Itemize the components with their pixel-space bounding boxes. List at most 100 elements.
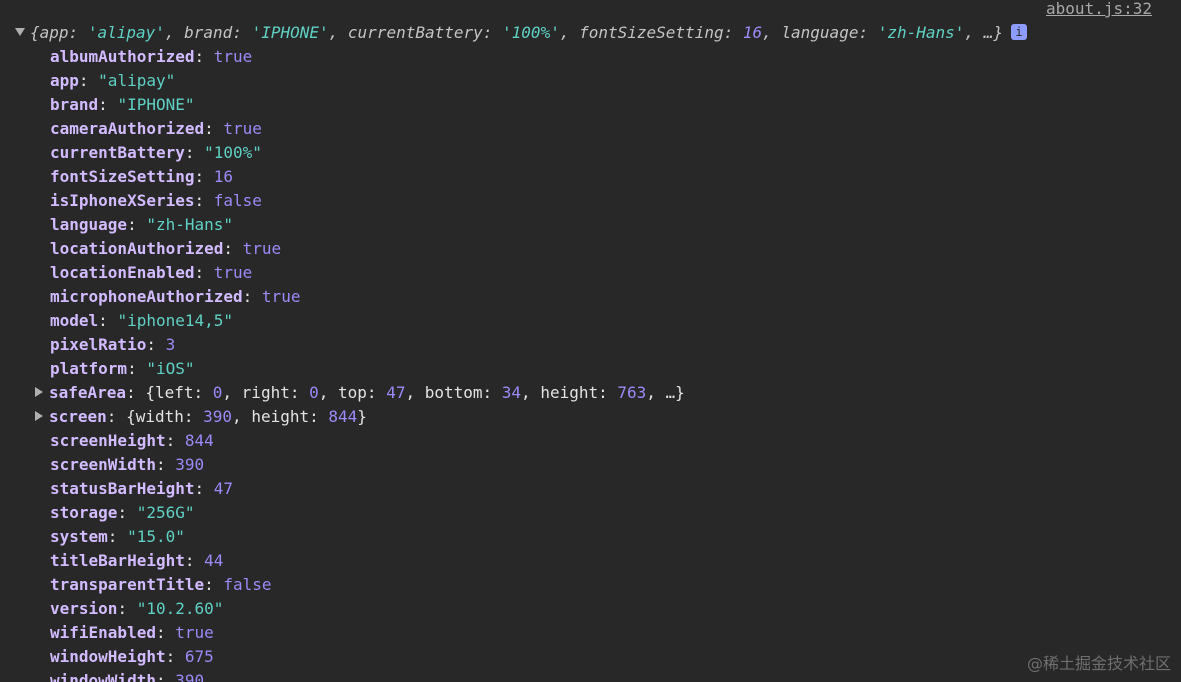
property-value: "256G" [136, 503, 195, 522]
preview-separator: , [164, 23, 185, 42]
property-value: "10.2.60" [136, 599, 224, 618]
object-key: width [135, 407, 184, 426]
property-key: safeArea [49, 383, 127, 402]
object-colon: : [309, 407, 329, 426]
preview-value: 16 [742, 23, 763, 42]
collapsed-triangle-icon[interactable] [35, 386, 43, 397]
property-key: system [50, 527, 108, 546]
property-colon: : [194, 47, 214, 66]
object-summary-row[interactable]: {app: 'alipay', brand: 'IPHONE', current… [15, 21, 1027, 45]
object-colon: : [183, 407, 204, 426]
property-colon: : [194, 191, 214, 210]
property-value: "zh-Hans" [146, 215, 234, 234]
property-key: language [50, 215, 128, 234]
property-colon: : [223, 239, 243, 258]
property-row: platform: "iOS" [0, 357, 1181, 381]
property-value: false [213, 191, 262, 210]
object-key: height [540, 383, 599, 402]
property-colon: : [155, 623, 176, 642]
property-value: true [175, 623, 214, 642]
property-row: locationAuthorized: true [0, 237, 1181, 261]
preview-brace: { [30, 23, 40, 42]
property-key: microphoneAuthorized [50, 287, 243, 306]
property-colon: : [126, 383, 146, 402]
preview-colon: : [68, 23, 88, 42]
property-colon: : [117, 503, 137, 522]
collapsed-triangle-icon[interactable] [35, 410, 43, 421]
property-key: cameraAuthorized [50, 119, 205, 138]
object-separator: , [318, 383, 339, 402]
object-value: 47 [386, 383, 406, 402]
property-value: "alipay" [98, 71, 176, 90]
object-colon: : [193, 383, 213, 402]
source-link[interactable]: about.js:32 [1046, 0, 1152, 21]
preview-value: 'IPHONE' [251, 23, 329, 42]
preview-colon: : [858, 23, 878, 42]
object-colon: : [598, 383, 618, 402]
info-icon[interactable]: i [1010, 23, 1027, 40]
expand-triangle-icon[interactable] [15, 27, 25, 36]
property-value: true [213, 47, 253, 66]
property-colon: : [184, 143, 205, 162]
object-brace: { [126, 407, 136, 426]
property-value: 47 [213, 479, 234, 498]
preview-key: currentBattery [347, 23, 483, 42]
property-key: brand [50, 95, 99, 114]
preview-value: 'alipay' [87, 23, 165, 42]
property-value: true [213, 263, 253, 282]
property-value: 675 [184, 647, 214, 666]
property-colon: : [184, 551, 205, 570]
preview-key: brand [184, 23, 233, 42]
property-key: currentBattery [50, 143, 185, 162]
property-row: windowWidth: 390 [0, 669, 1181, 682]
property-key: model [50, 311, 99, 330]
preview-separator: , [328, 23, 348, 42]
property-row: system: "15.0" [0, 525, 1181, 549]
property-key: screen [49, 407, 107, 426]
property-colon: : [204, 575, 224, 594]
property-row: version: "10.2.60" [0, 597, 1181, 621]
property-row: microphoneAuthorized: true [0, 285, 1181, 309]
property-value: true [242, 239, 282, 258]
object-value: 844 [328, 407, 358, 426]
watermark: @稀土掘金技术社区 [1026, 654, 1171, 673]
property-key: titleBarHeight [50, 551, 185, 570]
property-key: platform [50, 359, 128, 378]
property-colon: : [117, 599, 137, 618]
object-preview: {app: 'alipay', brand: 'IPHONE', current… [30, 23, 1003, 42]
property-row: locationEnabled: true [0, 261, 1181, 285]
object-colon: : [289, 383, 310, 402]
object-key: bottom [424, 383, 483, 402]
preview-key: fontSizeSetting [579, 23, 724, 42]
property-key: wifiEnabled [50, 623, 156, 642]
property-value: 16 [213, 167, 234, 186]
object-colon: : [482, 383, 502, 402]
property-key: windowHeight [50, 647, 166, 666]
property-value: true [223, 119, 262, 138]
object-separator: , [405, 383, 425, 402]
property-row: fontSizeSetting: 16 [0, 165, 1181, 189]
preview-colon: : [482, 23, 503, 42]
property-key: transparentTitle [50, 575, 205, 594]
property-colon: : [165, 647, 185, 666]
object-colon: : [366, 383, 387, 402]
property-row[interactable]: safeArea: {left: 0, right: 0, top: 47, b… [0, 381, 1181, 405]
property-colon: : [194, 263, 214, 282]
property-key: windowWidth [50, 671, 156, 682]
object-key: left [154, 383, 194, 402]
property-row: albumAuthorized: true [0, 45, 1181, 69]
preview-separator: , [762, 23, 782, 42]
property-row: wifiEnabled: true [0, 621, 1181, 645]
object-separator: , [521, 383, 541, 402]
property-value: 44 [204, 551, 224, 570]
property-key: fontSizeSetting [50, 167, 195, 186]
property-row: statusBarHeight: 47 [0, 477, 1181, 501]
property-key: app [50, 71, 79, 90]
object-value: 390 [203, 407, 233, 426]
property-key: screenWidth [50, 455, 156, 474]
property-colon: : [204, 119, 224, 138]
property-key: statusBarHeight [50, 479, 195, 498]
property-colon: : [98, 95, 118, 114]
property-row[interactable]: screen: {width: 390, height: 844} [0, 405, 1181, 429]
object-key: height [251, 407, 310, 426]
